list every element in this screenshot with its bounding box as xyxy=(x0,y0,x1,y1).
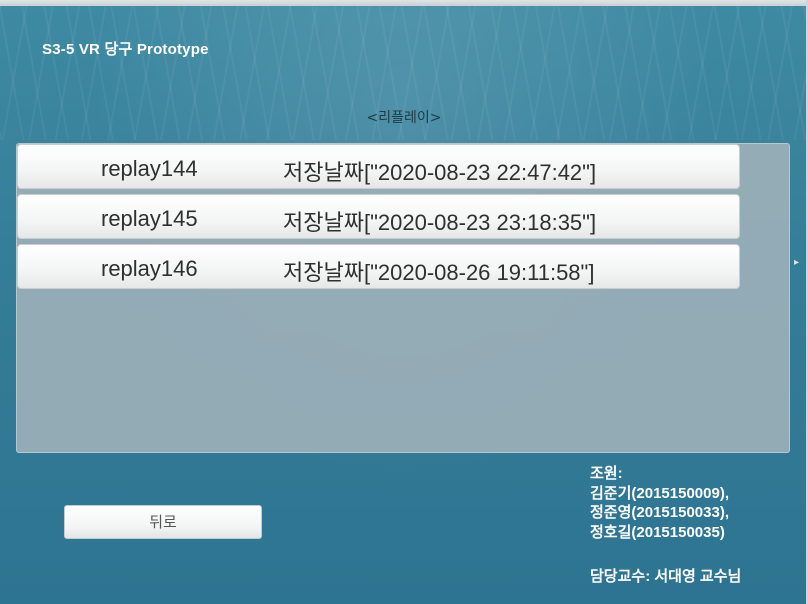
replay-saved-date: 저장날짜["2020-08-23 22:47:42"] xyxy=(283,160,597,185)
member-entry: 김준기(2015150009), xyxy=(590,484,729,502)
members-heading: 조원: xyxy=(590,465,623,482)
replay-name: replay146 xyxy=(101,256,198,281)
replay-name: replay145 xyxy=(101,206,198,231)
window-top-bar xyxy=(0,0,806,6)
app-title: S3-5 VR 당구 Prototype xyxy=(42,41,209,58)
member-entry: 정호길(2015150035) xyxy=(590,523,725,541)
replay-list-item[interactable]: replay146 저장날짜["2020-08-26 19:11:58"] xyxy=(17,244,740,289)
replay-list-item[interactable]: replay145 저장날짜["2020-08-23 23:18:35"] xyxy=(17,194,740,239)
back-button[interactable]: 뒤로 xyxy=(64,505,262,539)
replay-saved-date: 저장날짜["2020-08-23 23:18:35"] xyxy=(283,210,597,235)
member-entry: 정준영(2015150033), xyxy=(590,504,729,521)
app-window: S3-5 VR 당구 Prototype <리플레이> replay144 저장… xyxy=(0,0,808,604)
professor-credit: 담당교수: 서대영 교수님 xyxy=(590,568,742,585)
replay-section-title: <리플레이> xyxy=(366,110,442,126)
replay-list-item[interactable]: replay144 저장날짜["2020-08-23 22:47:42"] xyxy=(17,144,740,189)
arrow-right-icon: ▸ xyxy=(794,257,800,268)
team-members: 조원: 김준기(2015150009), 정준영(2015150033), 정호… xyxy=(590,464,729,542)
replay-saved-date: 저장날짜["2020-08-26 19:11:58"] xyxy=(283,260,595,285)
replay-name: replay144 xyxy=(101,156,198,181)
replay-list-panel[interactable] xyxy=(16,143,790,453)
